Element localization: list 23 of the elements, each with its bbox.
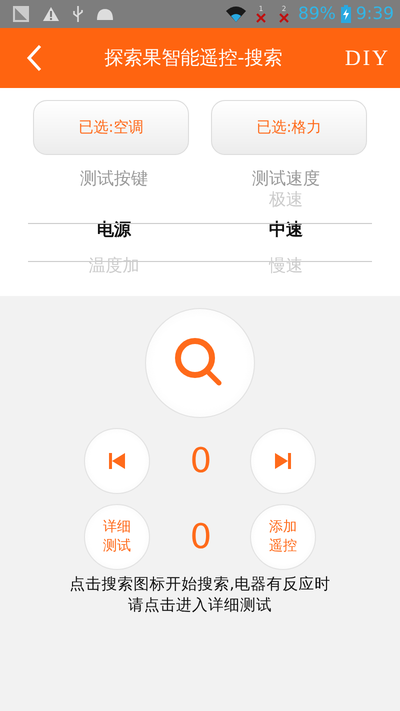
page-title: 探索果智能遥控-搜索 [104, 46, 284, 71]
no-signal-icon [279, 13, 290, 23]
no-signal-icon [256, 13, 266, 23]
battery-charging-icon [340, 5, 351, 23]
back-icon[interactable] [26, 44, 42, 72]
battery-percent: 89% [298, 4, 336, 24]
picker-title: 测试按键 [80, 168, 148, 191]
counter: 0 [190, 517, 210, 557]
counter: 0 [190, 441, 210, 481]
instruction-text: 点击搜索图标开始搜索,电器有反应时请点击进入详细测试 [68, 574, 332, 616]
detail-test-button[interactable]: 详细测试 [84, 504, 150, 570]
add-remote-button[interactable]: 添加遥控 [250, 504, 316, 570]
wifi-icon [225, 5, 248, 23]
warning-icon [42, 6, 60, 22]
skip-back-icon [109, 452, 125, 470]
picker-title: 测试速度 [252, 168, 320, 191]
image-icon [12, 5, 30, 23]
selection-button[interactable]: 已选:格力 [211, 100, 367, 155]
usb-icon [72, 5, 84, 23]
skip-forward-icon [275, 452, 291, 470]
selection-button[interactable]: 已选:空调 [33, 100, 189, 155]
clock: 9:39 [356, 4, 394, 24]
diy-button[interactable]: DIY [344, 45, 390, 71]
